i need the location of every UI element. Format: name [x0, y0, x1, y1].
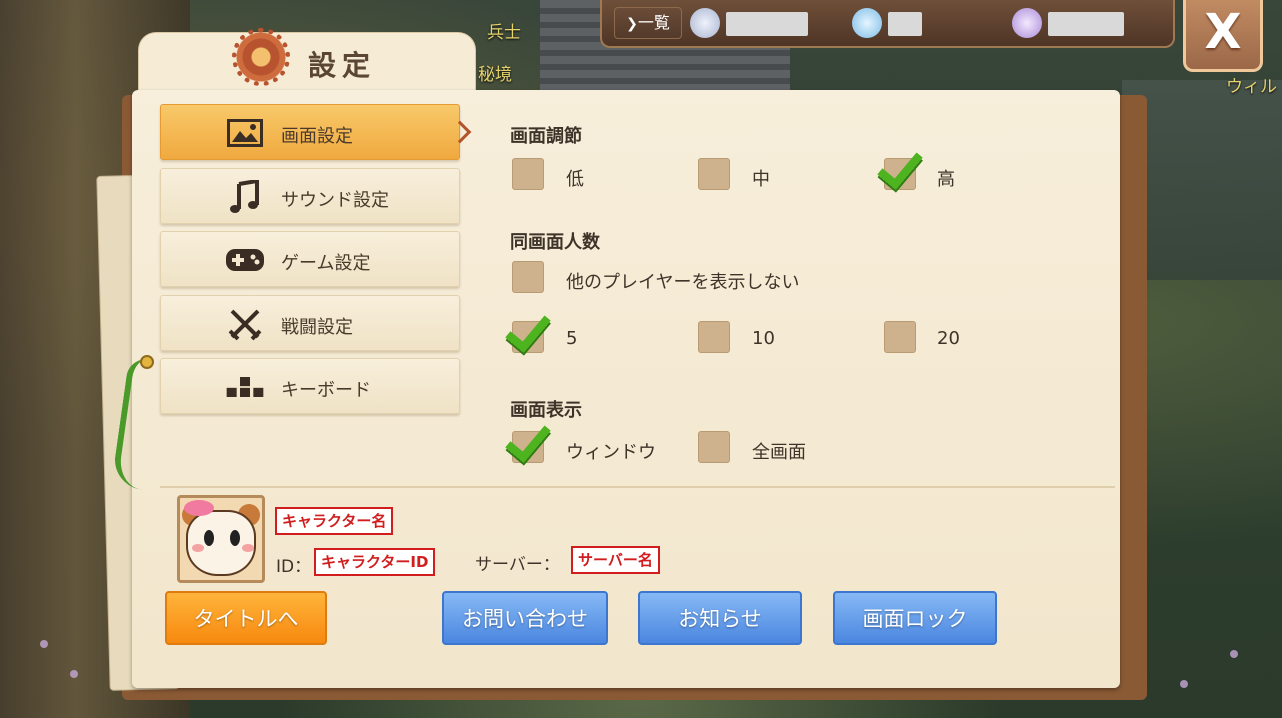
close-icon: X: [1204, 4, 1242, 60]
pin-decoration: [140, 355, 154, 369]
currency-value-redacted: [1048, 12, 1124, 36]
quality-high-checkbox[interactable]: [884, 158, 916, 190]
keyboard-icon: [225, 372, 265, 402]
tab-label: 戦闘設定: [281, 317, 353, 338]
section-divider: [160, 486, 1115, 488]
contact-button[interactable]: お問い合わせ: [442, 591, 608, 645]
tab-battle-settings[interactable]: 戦闘設定: [160, 295, 460, 351]
avatar: [177, 495, 265, 583]
quality-low-checkbox[interactable]: [512, 158, 544, 190]
character-id: キャラクターID: [314, 548, 436, 576]
avatar-eye: [204, 530, 214, 546]
quality-low-label: 低: [566, 169, 584, 190]
avatar-eye: [230, 530, 240, 546]
display-window-label: ウィンドウ: [566, 442, 656, 463]
players-section-title: 同画面人数: [510, 232, 600, 253]
close-button[interactable]: X: [1183, 0, 1263, 72]
flower: [1230, 650, 1238, 658]
server-name: サーバー名: [571, 546, 660, 574]
tab-label: ゲーム設定: [281, 253, 371, 274]
flower: [40, 640, 48, 648]
avatar-bow: [184, 500, 214, 516]
flower: [1180, 680, 1188, 688]
back-to-title-button[interactable]: タイトルへ: [165, 591, 327, 645]
players-10-checkbox[interactable]: [698, 321, 730, 353]
gear-icon: [232, 28, 290, 86]
page-title: 設定: [308, 49, 377, 82]
currency-bar: ❯一覧: [600, 0, 1175, 48]
players-20-checkbox[interactable]: [884, 321, 916, 353]
npc-name-label: 兵士: [487, 23, 521, 43]
tab-label: サウンド設定: [281, 190, 389, 211]
avatar-cheek: [192, 544, 204, 552]
avatar-face: [186, 510, 256, 576]
server-label: サーバー：: [475, 555, 560, 575]
players-5-label: 5: [566, 328, 578, 349]
notice-button[interactable]: お知らせ: [638, 591, 802, 645]
tab-keyboard[interactable]: キーボード: [160, 358, 460, 414]
chevron-down-icon: ❯: [626, 16, 638, 32]
display-fullscreen-label: 全画面: [752, 442, 806, 463]
tab-label: キーボード: [281, 380, 371, 401]
image-icon: [225, 118, 265, 148]
quality-medium-label: 中: [752, 169, 770, 190]
display-window-checkbox[interactable]: [512, 431, 544, 463]
shell-icon: [690, 8, 720, 38]
quality-high-label: 高: [937, 169, 955, 190]
players-10-label: 10: [752, 328, 775, 349]
currency-value-redacted: [888, 12, 922, 36]
tab-screen-settings[interactable]: 画面設定: [160, 104, 460, 160]
list-button-label: 一覧: [637, 13, 670, 32]
character-name: キャラクター名: [275, 507, 394, 535]
list-button[interactable]: ❯一覧: [614, 7, 682, 39]
hide-players-checkbox[interactable]: [512, 261, 544, 293]
character-id-label: ID：: [276, 557, 312, 577]
quality-section-title: 画面調節: [510, 126, 582, 147]
tab-sound-settings[interactable]: サウンド設定: [160, 168, 460, 224]
blue-crystal-icon: [852, 8, 882, 38]
display-section-title: 画面表示: [510, 400, 582, 421]
tab-label: 画面設定: [281, 126, 353, 147]
purple-crystal-icon: [1012, 8, 1042, 38]
avatar-cheek: [242, 544, 254, 552]
tab-game-settings[interactable]: ゲーム設定: [160, 231, 460, 287]
currency-value-redacted: [726, 12, 808, 36]
display-fullscreen-checkbox[interactable]: [698, 431, 730, 463]
players-20-label: 20: [937, 328, 960, 349]
players-5-checkbox[interactable]: [512, 321, 544, 353]
npc-name-label: 秘境: [478, 65, 512, 85]
npc-name-label: ウィル: [1226, 77, 1277, 97]
flower: [70, 670, 78, 678]
gamepad-icon: [225, 245, 265, 275]
hide-players-label: 他のプレイヤーを表示しない: [566, 272, 800, 293]
screen-lock-button[interactable]: 画面ロック: [833, 591, 997, 645]
music-note-icon: [225, 180, 265, 213]
quality-medium-checkbox[interactable]: [698, 158, 730, 190]
crossed-swords-icon: [225, 309, 265, 341]
